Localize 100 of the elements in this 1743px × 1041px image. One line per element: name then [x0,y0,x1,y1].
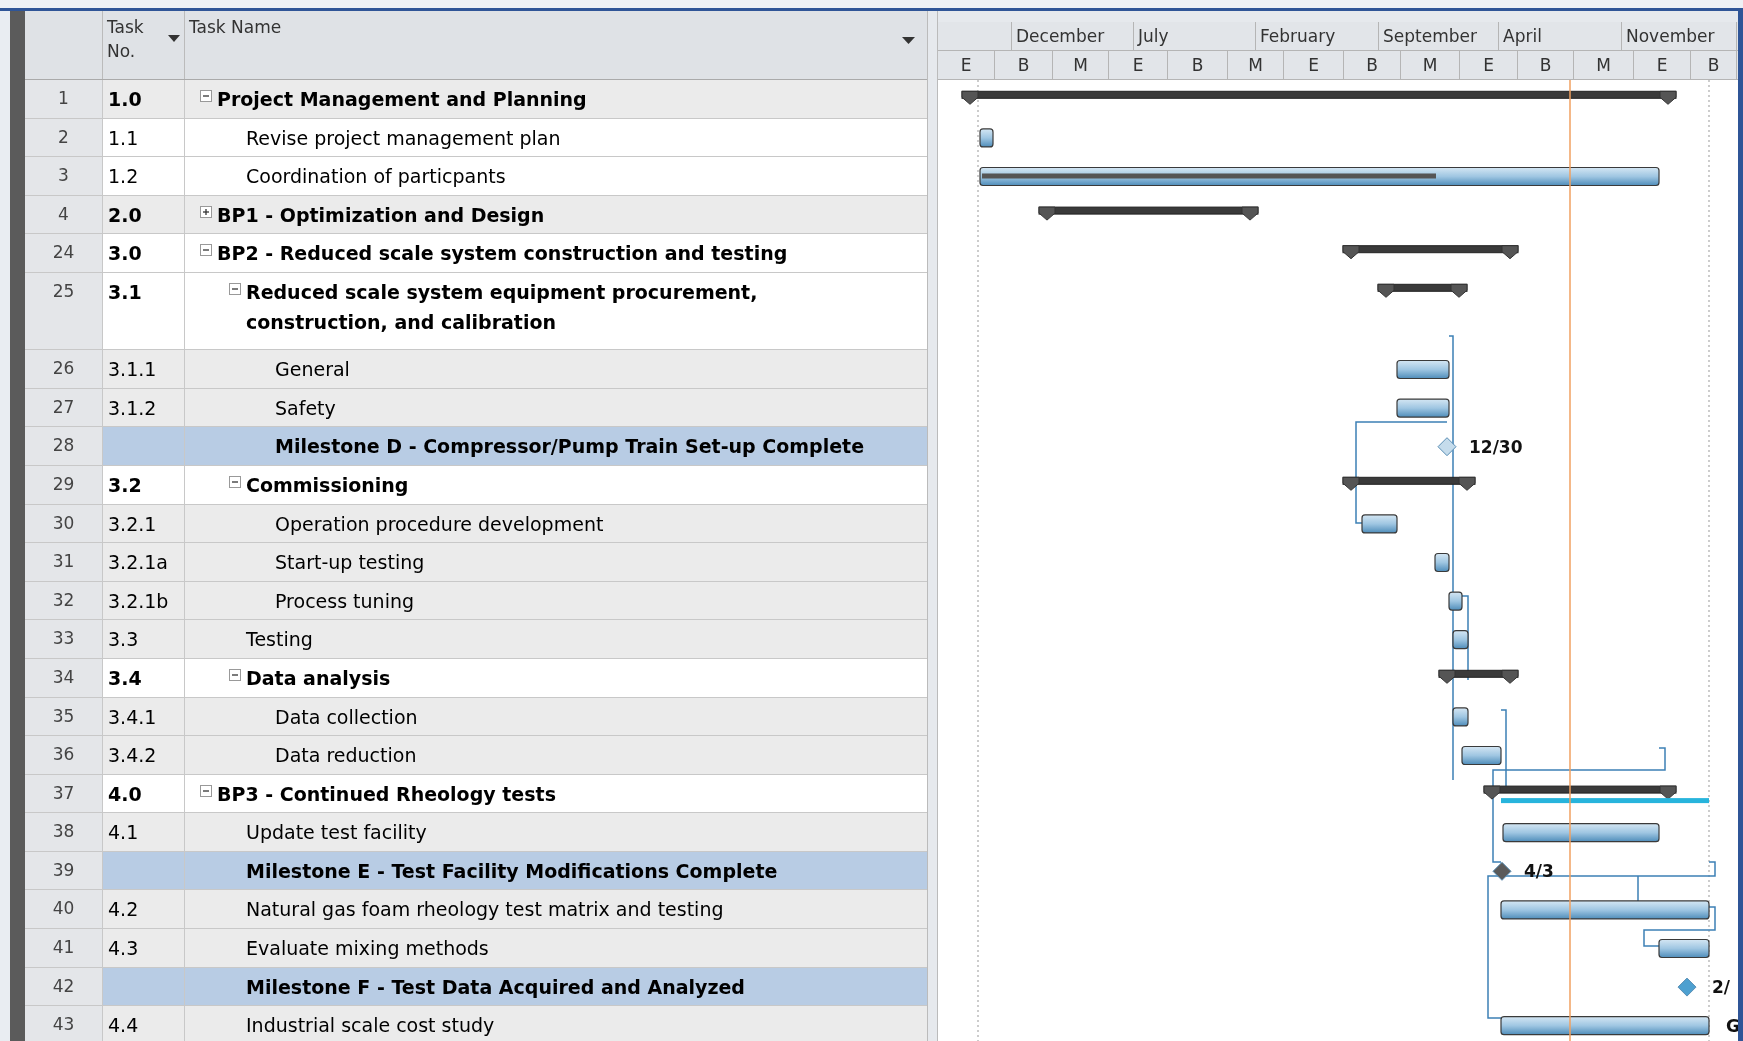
task-name: Data collection [275,704,418,730]
task-number-cell: 4.4 [103,1006,185,1041]
task-name: Data analysis [246,665,391,691]
milestone-icon [1437,437,1457,457]
task-name: Milestone E - Test Facility Modifications Complete [246,858,778,884]
task-name: BP1 - Optimization and Design [217,202,545,228]
task-bar [1361,514,1398,534]
collapse-icon[interactable] [200,90,212,102]
timescale-label: E [1308,54,1319,77]
row-number: 42 [52,974,75,997]
task-number-cell: 3.4.1 [103,697,185,736]
task-name: Project Management and Planning [217,87,587,112]
task-name: Industrial scale cost study [246,1013,495,1039]
timescale-label: E [1656,54,1668,77]
timescale-label: B [1191,54,1204,77]
timescale-label: April [1503,26,1542,46]
task-bar [1658,938,1710,959]
task-name: Update test facility [246,820,427,846]
task-number-cell: 1.0 [103,80,185,118]
milestone-date: 12/30 [1469,436,1523,457]
timescale-label: November [1626,26,1715,46]
row-number: 37 [52,781,75,804]
timescale-label: M [1596,54,1611,77]
task-name: Milestone D - Compressor/Pump Train Set-up Complete [275,434,865,460]
task-name: Milestone F - Test Data Acquired and Analyzed [246,974,745,1000]
row-number: 26 [52,357,75,380]
task-name: BP3 - Continued Rheology tests [217,781,556,807]
row-number: 28 [52,434,75,457]
task-name: Reduced scale system equipment procurement, construction, and calibration [246,279,759,335]
row-number: 39 [52,858,75,881]
task-name: Coordination of particpants [246,164,506,190]
task-number-cell: 3.1.2 [103,388,185,427]
task-number-cell: 4.3 [103,929,185,967]
timescale-label: M [1422,54,1438,77]
row-number: 36 [52,743,75,766]
task-bar [1461,745,1502,766]
timescale-label: E [1132,54,1144,77]
dropdown-icon[interactable] [168,35,180,42]
row-number: 29 [52,472,75,495]
expand-icon[interactable] [200,205,212,218]
row-number: 43 [52,1013,75,1036]
dropdown-icon[interactable] [902,37,915,44]
task-bar [1448,591,1463,611]
timescale-label: July [1138,26,1169,46]
column-header[interactable]: Task Name [185,11,927,79]
timescale-label: December [1016,26,1105,46]
timescale-label: B [1707,54,1720,77]
row-number: 24 [52,241,75,264]
row-number: 33 [52,627,75,650]
task-name: Start-up testing [275,550,425,576]
row-number: 35 [52,704,75,727]
task-name: Testing [246,627,313,653]
timescale-label: B [1366,54,1378,77]
task-name: Data reduction [275,743,417,769]
collapse-icon[interactable] [229,475,241,488]
task-number-cell: 3.4.2 [103,736,185,774]
collapse-icon[interactable] [229,668,241,681]
row-number: 27 [52,395,75,418]
task-name: Revise project management plan [246,125,561,151]
collapse-icon[interactable] [229,282,241,295]
collapse-icon[interactable] [200,244,212,257]
milestone-icon [1492,861,1512,881]
row-number: 41 [52,936,75,959]
task-bar [1396,398,1450,418]
row-number: 40 [52,897,75,920]
task-bar [1452,630,1469,650]
task-name: General [275,357,350,383]
row-number: 34 [52,665,75,688]
task-name: Natural gas foam rheology test matrix and testing [246,897,724,923]
collapse-icon[interactable] [200,784,212,797]
row-number: 31 [52,550,75,573]
row-number: 25 [52,279,75,302]
column-header[interactable]: Task No. [103,11,185,79]
task-name: Operation procedure development [275,511,604,537]
task-bar [1434,552,1450,573]
task-number-cell: 3.2.1b [103,581,185,620]
timescale-label: B [1539,54,1552,77]
timescale-label: B [1017,54,1030,77]
task-bar [979,128,994,148]
task-number-cell: 3.1.1 [103,350,185,388]
task-bar [1396,359,1450,380]
timescale-label: E [960,54,972,77]
row-number: 32 [52,588,75,611]
task-number-cell: 3.3 [103,620,185,658]
task-name: Safety [275,395,336,421]
row-number: 38 [52,820,75,843]
timescale-label: September [1383,26,1477,46]
task-number-cell: 4.2 [103,890,185,929]
task-name: Process tuning [275,588,415,614]
row-number: 1 [58,87,69,109]
timescale-label: M [1073,54,1088,77]
row-number: 2 [58,125,69,148]
task-name: Evaluate mixing methods [246,936,489,962]
row-number: 4 [58,202,69,225]
task-number-cell: 4.1 [103,813,185,851]
row-number: 30 [52,511,75,534]
task-name: BP2 - Reduced scale system construction and testing [217,241,788,267]
timescale-label: M [1248,54,1263,77]
milestone-date: 2/ [1712,977,1731,998]
task-bar [1452,707,1469,727]
